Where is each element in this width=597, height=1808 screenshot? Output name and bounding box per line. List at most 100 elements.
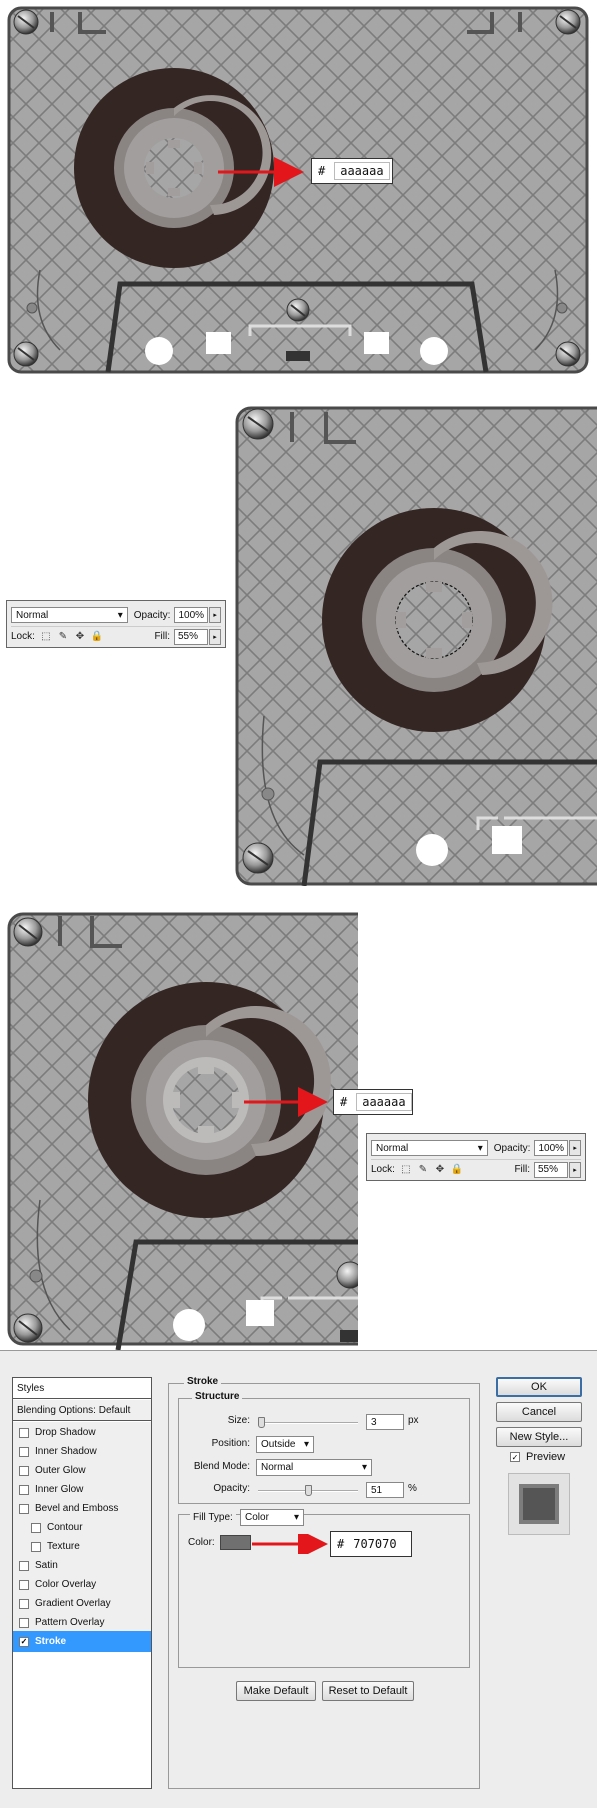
marquee-selection	[395, 581, 473, 659]
size-slider-thumb[interactable]	[258, 1417, 265, 1428]
blend-mode-value: Normal	[376, 1142, 409, 1154]
checkbox-icon[interactable]: ✓	[510, 1452, 520, 1462]
style-item[interactable]: Bevel and Emboss	[13, 1498, 151, 1519]
lock-position-icon[interactable]: ✥	[74, 631, 86, 643]
blend-mode-value: Normal	[261, 1462, 294, 1473]
size-slider[interactable]	[258, 1417, 358, 1428]
chevron-down-icon: ▾	[361, 1462, 367, 1473]
opacity-unit: %	[408, 1483, 417, 1494]
chevron-down-icon: ▾	[293, 1512, 299, 1523]
style-item[interactable]: ✓ Stroke	[13, 1631, 151, 1652]
lock-all-icon[interactable]: 🔒	[91, 631, 103, 643]
position-select[interactable]: Outside ▾	[256, 1436, 314, 1453]
hex-color-readout: # 707070	[330, 1531, 412, 1557]
screw-icon	[13, 1313, 43, 1343]
hex-hash: #	[318, 164, 326, 178]
blend-mode-value: Normal	[16, 609, 49, 621]
lock-transparency-icon[interactable]: ⬚	[40, 631, 52, 643]
opacity-label: Opacity:	[213, 1483, 250, 1494]
style-item[interactable]: Inner Glow	[13, 1479, 151, 1500]
fill-input[interactable]: 55%	[534, 1161, 568, 1178]
screw-icon	[13, 341, 39, 367]
opacity-slider-button[interactable]: ▸	[569, 1140, 582, 1156]
lock-position-icon[interactable]: ✥	[434, 1164, 446, 1176]
new-style-button[interactable]: New Style...	[496, 1427, 582, 1447]
checkbox-icon[interactable]	[31, 1541, 41, 1552]
screw-icon	[242, 408, 274, 440]
checkbox-icon[interactable]	[19, 1427, 29, 1438]
opacity-slider-button[interactable]: ▸	[209, 607, 222, 623]
opacity-input[interactable]: 100%	[174, 607, 209, 623]
stroke-title: Stroke	[184, 1376, 222, 1387]
checkbox-icon[interactable]	[19, 1579, 29, 1590]
style-item[interactable]: Satin	[13, 1555, 151, 1576]
chevron-down-icon: ▾	[117, 609, 123, 621]
screw-icon	[555, 341, 581, 367]
fill-label: Fill:	[514, 1164, 530, 1175]
style-item[interactable]: Inner Shadow	[13, 1441, 151, 1462]
opacity-input[interactable]: 51	[366, 1482, 404, 1498]
lock-all-icon[interactable]: 🔒	[451, 1164, 463, 1176]
fill-slider-button[interactable]: ▸	[209, 628, 221, 645]
hex-color-readout: # aaaaaa	[311, 158, 393, 184]
style-item[interactable]: Color Overlay	[13, 1574, 151, 1595]
lock-image-icon[interactable]: ✎	[417, 1164, 429, 1176]
checkbox-icon[interactable]: ✓	[19, 1636, 29, 1647]
style-item[interactable]: Texture	[13, 1536, 151, 1557]
checkbox-icon[interactable]	[19, 1484, 29, 1495]
preview-checkbox[interactable]: ✓ Preview	[510, 1451, 565, 1463]
cassette-illustration-1	[7, 6, 589, 374]
preview-label: Preview	[526, 1451, 566, 1463]
fill-type-label: Fill Type:	[190, 1512, 236, 1523]
style-item-label: Inner Shadow	[35, 1446, 97, 1457]
size-input[interactable]: 3	[366, 1414, 404, 1430]
fill-slider-button[interactable]: ▸	[569, 1161, 581, 1178]
checkbox-icon[interactable]	[19, 1446, 29, 1457]
color-swatch[interactable]	[220, 1535, 251, 1550]
checkbox-icon[interactable]	[19, 1465, 29, 1476]
reset-to-default-button[interactable]: Reset to Default	[322, 1681, 414, 1701]
styles-header[interactable]: Styles	[13, 1378, 151, 1399]
make-default-button[interactable]: Make Default	[236, 1681, 316, 1701]
lock-label: Lock:	[11, 631, 35, 642]
fill-type-value: Color	[245, 1512, 269, 1523]
checkbox-icon[interactable]	[19, 1560, 29, 1571]
style-item-label: Drop Shadow	[35, 1427, 96, 1438]
checkbox-icon[interactable]	[19, 1598, 29, 1609]
checkbox-icon[interactable]	[19, 1617, 29, 1628]
style-item[interactable]: Contour	[13, 1517, 151, 1538]
chevron-down-icon: ▾	[477, 1142, 483, 1154]
cassette-illustration-3	[7, 912, 358, 1350]
ok-button[interactable]: OK	[496, 1377, 582, 1397]
style-item[interactable]: Gradient Overlay	[13, 1593, 151, 1614]
fill-type-select[interactable]: Color ▾	[240, 1509, 304, 1526]
style-item-label: Pattern Overlay	[35, 1617, 105, 1628]
preview-thumbnail	[508, 1473, 570, 1535]
preview-square	[519, 1484, 559, 1524]
checkbox-icon[interactable]	[31, 1522, 41, 1533]
red-arrow-icon	[252, 1534, 328, 1554]
opacity-slider[interactable]	[258, 1485, 358, 1496]
opacity-slider-thumb[interactable]	[305, 1485, 312, 1496]
blend-mode-select[interactable]: Normal ▾	[256, 1459, 372, 1476]
hex-value-field[interactable]: aaaaaa	[334, 162, 390, 180]
blend-mode-select[interactable]: Normal ▾	[371, 1140, 488, 1156]
opacity-input[interactable]: 100%	[534, 1140, 569, 1156]
hex-value-field[interactable]: 707070	[353, 1537, 396, 1551]
style-item-label: Color Overlay	[35, 1579, 97, 1590]
style-item[interactable]: Pattern Overlay	[13, 1612, 151, 1633]
fill-input[interactable]: 55%	[174, 628, 208, 645]
position-value: Outside	[261, 1439, 296, 1450]
screw-icon	[336, 1261, 358, 1289]
fill-label: Fill:	[154, 631, 170, 642]
style-item-label: Inner Glow	[35, 1484, 84, 1495]
blending-options[interactable]: Blending Options: Default	[13, 1400, 151, 1421]
checkbox-icon[interactable]	[19, 1503, 29, 1514]
style-item[interactable]: Outer Glow	[13, 1460, 151, 1481]
lock-image-icon[interactable]: ✎	[57, 631, 69, 643]
cancel-button[interactable]: Cancel	[496, 1402, 582, 1422]
blend-mode-select[interactable]: Normal ▾	[11, 607, 128, 623]
hex-value-field[interactable]: aaaaaa	[356, 1093, 412, 1111]
lock-transparency-icon[interactable]: ⬚	[400, 1164, 412, 1176]
style-item[interactable]: Drop Shadow	[13, 1422, 151, 1443]
